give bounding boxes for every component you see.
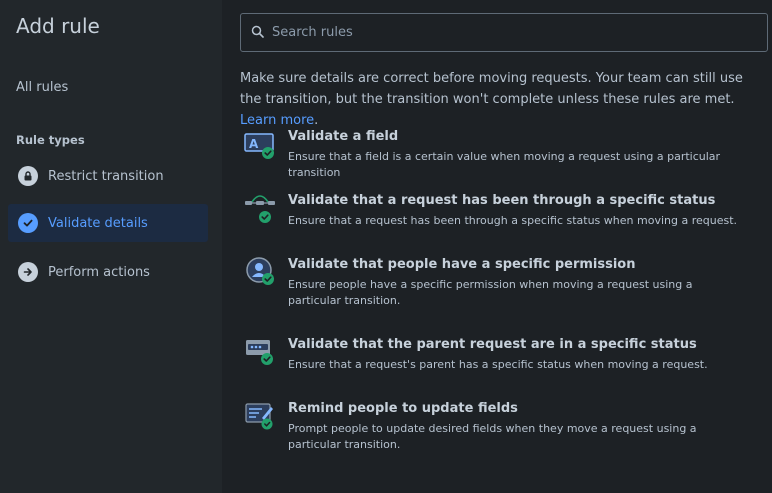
intro-text: Make sure details are correct before mov… — [240, 68, 760, 131]
rule-title: Validate that the parent request are in … — [288, 337, 697, 352]
rule-types-heading: Rule types — [16, 133, 85, 147]
sidebar-item-label: Restrict transition — [48, 168, 164, 184]
rule-title: Validate that a request has been through… — [288, 193, 716, 208]
rule-option-validate-parent-status[interactable]: Validate that the parent request are in … — [244, 336, 764, 373]
rule-option-remind-update-fields[interactable]: Remind people to update fields Prompt pe… — [244, 400, 764, 453]
rule-option-validate-field[interactable]: A Validate a field Ensure that a field i… — [244, 128, 764, 181]
sidebar-item-label: Perform actions — [48, 264, 150, 280]
rule-title: Validate a field — [288, 129, 399, 144]
search-input[interactable] — [272, 25, 752, 40]
add-rule-dialog: Add rule All rules Rule types Restrict t… — [0, 0, 772, 493]
status-flow-icon — [244, 192, 276, 224]
parent-status-icon — [244, 336, 276, 368]
rule-option-validate-status-history[interactable]: Validate that a request has been through… — [244, 192, 764, 229]
rule-description: Ensure that a request's parent has a spe… — [288, 358, 708, 371]
arrow-right-circle-icon — [18, 262, 38, 282]
sidebar: Add rule All rules Rule types Restrict t… — [0, 0, 222, 493]
search-box[interactable] — [240, 13, 768, 52]
rule-title: Remind people to update fields — [288, 401, 518, 416]
rule-title: Validate that people have a specific per… — [288, 257, 636, 272]
lock-icon — [18, 166, 38, 186]
svg-text:A: A — [249, 137, 259, 151]
sidebar-item-label: Validate details — [48, 215, 148, 231]
intro-end: . — [314, 113, 319, 128]
sidebar-item-perform-actions[interactable]: Perform actions — [8, 253, 208, 291]
person-permission-icon — [244, 256, 276, 288]
all-rules-link[interactable]: All rules — [16, 80, 68, 95]
rule-description: Ensure that a field is a certain value w… — [288, 150, 721, 179]
page-title: Add rule — [16, 14, 100, 38]
sidebar-item-validate-details[interactable]: Validate details — [8, 204, 208, 242]
sidebar-item-restrict-transition[interactable]: Restrict transition — [8, 157, 208, 195]
rule-description: Ensure people have a specific permission… — [288, 278, 693, 307]
intro-body: Make sure details are correct before mov… — [240, 71, 743, 107]
rule-description: Ensure that a request has been through a… — [288, 214, 738, 227]
search-icon — [251, 23, 264, 42]
check-circle-icon — [18, 213, 38, 233]
field-validate-icon: A — [244, 128, 276, 160]
learn-more-link[interactable]: Learn more — [240, 113, 314, 128]
rule-option-validate-permission[interactable]: Validate that people have a specific per… — [244, 256, 764, 309]
rule-description: Prompt people to update desired fields w… — [288, 422, 697, 451]
edit-reminder-icon — [244, 400, 276, 432]
